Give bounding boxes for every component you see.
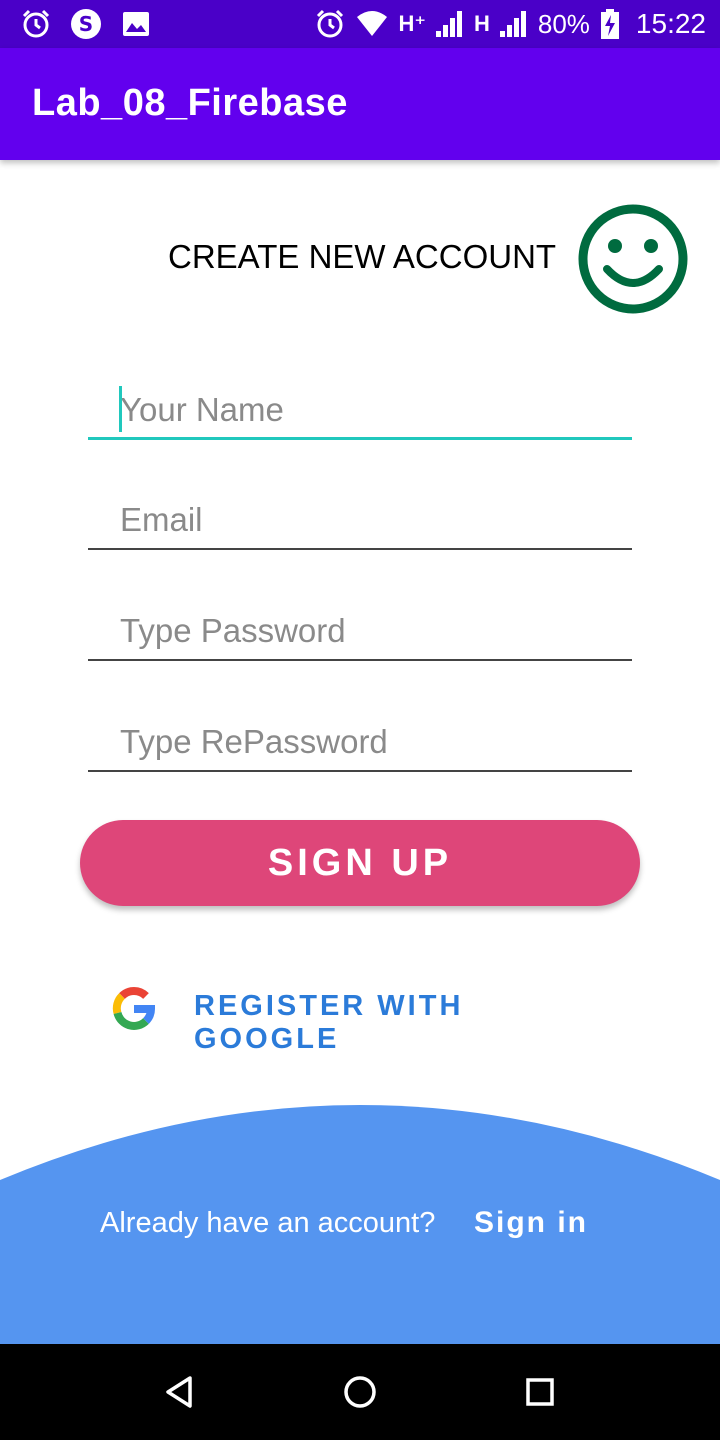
signin-link[interactable]: Sign in [474, 1206, 588, 1240]
status-bar: S H⁺ H 80% 15:22 [0, 0, 720, 48]
battery-percent: 80% [537, 8, 590, 39]
network-type-label: H⁺ [398, 11, 426, 36]
home-icon[interactable] [336, 1368, 384, 1416]
repassword-field-underline [88, 770, 632, 772]
s-app-icon: S [71, 9, 101, 39]
email-input[interactable] [88, 492, 632, 548]
register-google-button[interactable]: REGISTER WITH GOOGLE [108, 978, 608, 1055]
page-title: CREATE NEW ACCOUNT [168, 238, 557, 275]
network-type-label: H [473, 11, 490, 36]
name-field [88, 382, 632, 440]
clock: 15:22 [635, 8, 706, 39]
battery-charging-icon [600, 9, 619, 39]
password-input[interactable] [88, 603, 632, 659]
already-account-text: Already have an account? [100, 1207, 436, 1239]
signup-button[interactable]: SIGN UP [80, 820, 640, 906]
svg-text:S: S [79, 12, 93, 36]
image-icon [123, 12, 149, 36]
smiley-icon [578, 204, 688, 314]
app-bar: Lab_08_Firebase [0, 48, 720, 160]
repassword-field [88, 714, 632, 772]
email-field [88, 492, 632, 550]
alarm-icon [317, 9, 344, 38]
repassword-input[interactable] [88, 714, 632, 770]
text-cursor [119, 386, 122, 432]
register-google-label: REGISTER WITH GOOGLE [194, 990, 464, 1055]
password-field-underline [88, 659, 632, 661]
password-field [88, 603, 632, 661]
wifi-icon [357, 11, 388, 36]
google-logo-icon [112, 987, 156, 1030]
name-input[interactable] [88, 382, 632, 438]
name-field-underline [88, 437, 632, 440]
recents-icon[interactable] [516, 1368, 564, 1416]
back-icon[interactable] [156, 1368, 204, 1416]
navigation-bar [0, 1344, 720, 1440]
signal-icon [435, 11, 462, 37]
signal-icon [499, 11, 526, 37]
email-field-underline [88, 548, 632, 550]
alarm-icon [22, 9, 50, 38]
app-title: Lab_08_Firebase [32, 82, 348, 124]
